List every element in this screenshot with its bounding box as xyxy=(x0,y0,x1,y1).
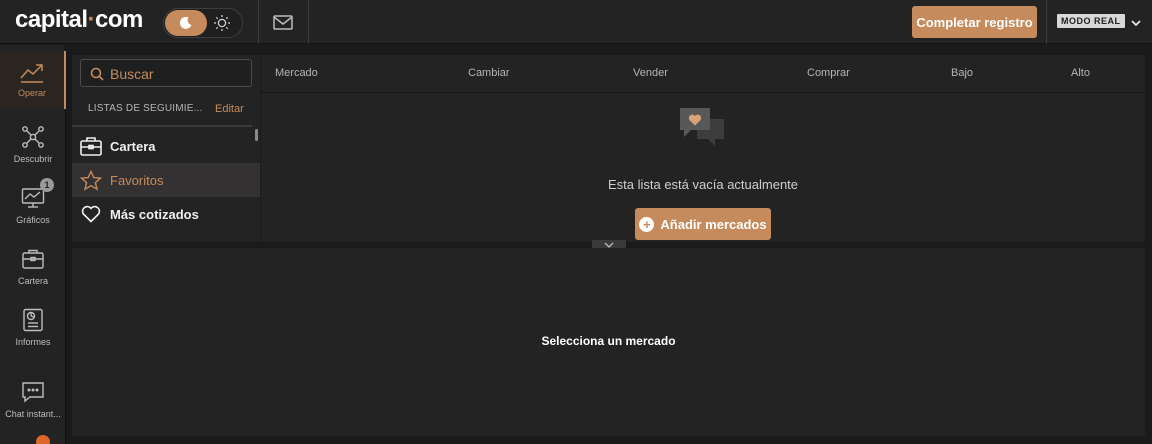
moon-icon[interactable] xyxy=(165,10,207,36)
logo-text-right: com xyxy=(95,6,143,33)
mail-icon[interactable] xyxy=(272,12,294,32)
market-detail-panel: Selecciona un mercado xyxy=(72,248,1145,436)
add-markets-label: Añadir mercados xyxy=(660,216,767,232)
nav-label: Gráficos xyxy=(16,215,50,225)
complete-registration-button[interactable]: Completar registro xyxy=(912,6,1037,38)
divider xyxy=(72,125,252,127)
report-icon xyxy=(23,308,43,332)
capital-com-logo[interactable]: capital·com xyxy=(15,6,143,34)
chevron-down-icon[interactable] xyxy=(1130,16,1142,28)
sun-icon[interactable] xyxy=(212,13,232,33)
favorite-chat-bubble-icon xyxy=(680,108,724,146)
logo-dot: · xyxy=(87,6,96,33)
column-header-alto[interactable]: Alto xyxy=(1071,67,1090,79)
plus-icon: + xyxy=(639,216,655,232)
watchlist-item-label: Favoritos xyxy=(110,172,164,188)
chart-trend-icon xyxy=(20,64,43,83)
network-icon xyxy=(22,126,44,148)
header-divider xyxy=(258,0,259,44)
left-sidebar: Operar Descubrir 1 Gráficos Cartera Info… xyxy=(0,45,66,444)
header-divider xyxy=(308,0,309,44)
nav-item-operar[interactable]: Operar xyxy=(0,51,66,109)
star-icon xyxy=(80,169,102,191)
watchlist-panel: Buscar LISTAS DE SEGUIMIE... Editar Cart… xyxy=(72,55,260,242)
nav-item-graficos[interactable]: 1 Gráficos xyxy=(0,176,66,234)
empty-list-message: Esta lista está vacía actualmente xyxy=(607,177,799,192)
search-placeholder: Buscar xyxy=(110,66,154,82)
nav-label: Descubrir xyxy=(13,154,53,164)
select-market-message: Selecciona un mercado xyxy=(541,334,676,348)
notification-badge: 1 xyxy=(40,178,54,192)
nav-label: Informes xyxy=(15,337,51,347)
briefcase-icon xyxy=(22,249,44,269)
nav-item-informes[interactable]: Informes xyxy=(0,298,66,356)
watchlist-item-cartera[interactable]: Cartera xyxy=(72,129,260,163)
nav-item-descubrir[interactable]: Descubrir xyxy=(0,115,66,173)
column-header-cambiar[interactable]: Cambiar xyxy=(468,67,510,79)
watchlist-item-label: Cartera xyxy=(110,138,156,154)
nav-label: Cartera xyxy=(17,276,48,286)
nav-item-cartera[interactable]: Cartera xyxy=(0,237,66,295)
notification-dot xyxy=(36,435,50,444)
add-markets-button[interactable]: + Añadir mercados xyxy=(635,208,771,240)
column-header-vender[interactable]: Vender xyxy=(633,67,668,79)
logo-text-left: capital xyxy=(15,6,88,33)
watchlist-item-favoritos[interactable]: Favoritos xyxy=(72,163,260,197)
column-header-comprar[interactable]: Comprar xyxy=(807,67,850,79)
divider xyxy=(261,92,1145,93)
top-bar: capital·com Completar registro MODO REAL xyxy=(0,0,1152,44)
edit-watchlists-link[interactable]: Editar xyxy=(215,103,244,115)
nav-item-chat[interactable]: Chat instant... xyxy=(0,370,66,428)
briefcase-icon xyxy=(80,135,102,157)
watchlist-item-label: Más cotizados xyxy=(110,206,199,222)
watchlists-heading: LISTAS DE SEGUIMIE... xyxy=(88,103,203,114)
search-icon xyxy=(90,67,104,81)
chat-icon xyxy=(22,382,44,403)
nav-label: Operar xyxy=(17,88,46,98)
nav-label: Chat instant... xyxy=(5,409,61,419)
search-input[interactable]: Buscar xyxy=(80,59,252,87)
column-header-mercado[interactable]: Mercado xyxy=(275,67,318,79)
heart-icon xyxy=(80,203,102,225)
account-mode-badge[interactable]: MODO REAL xyxy=(1057,14,1125,28)
column-header-bajo[interactable]: Bajo xyxy=(951,67,973,79)
header-divider xyxy=(1046,0,1047,44)
watchlist-item-mas-cotizados[interactable]: Más cotizados xyxy=(72,197,260,231)
theme-toggle[interactable] xyxy=(163,8,243,38)
market-table: Mercado Cambiar Vender Comprar Bajo Alto… xyxy=(261,55,1145,242)
